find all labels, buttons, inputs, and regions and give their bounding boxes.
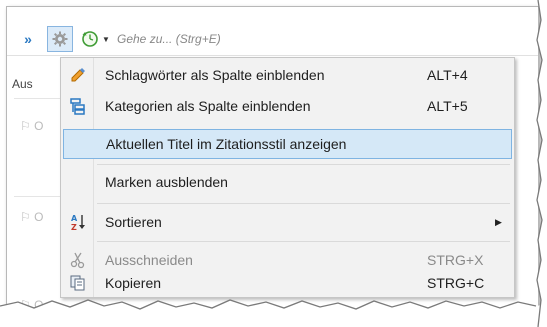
menu-item-label: Aktuellen Titel im Zitationsstil anzeige… [106,136,347,152]
tag-pencil-icon [63,60,93,90]
menu-item-shortcut: STRG+C [427,275,485,291]
history-dropdown-arrow-icon[interactable]: ▼ [101,28,111,50]
column-header-partial[interactable]: Aus [12,77,33,91]
chevron-double-right-icon[interactable]: » [15,26,41,52]
menu-separator [97,241,510,242]
gear-icon [52,31,68,47]
svg-text:Z: Z [71,223,77,231]
menu-item-hide-marks[interactable]: Marken ausblenden [63,167,512,197]
context-menu: Schlagwörter als Spalte einblenden ALT+4… [60,57,515,298]
menu-item-show-citation-style[interactable]: Aktuellen Titel im Zitationsstil anzeige… [63,129,512,159]
settings-gear-button[interactable] [47,26,73,52]
menu-item-label: Kopieren [105,275,162,291]
submenu-arrow-icon: ▶ [495,216,502,227]
menu-item-label: Ausschneiden [105,252,193,268]
copy-icon [63,268,93,298]
torn-paper-edge-right [536,0,547,327]
sort-az-icon: A Z [63,207,93,237]
menu-item-shortcut: ALT+5 [427,98,468,114]
menu-item-shortcut: STRG+X [427,252,484,268]
menu-item-copy[interactable]: Kopieren STRG+C [63,268,512,298]
menu-item-sort[interactable]: A Z Sortieren ▶ [63,207,512,237]
menu-item-label: Sortieren [105,214,162,230]
menu-item-label: Kategorien als Spalte einblenden [105,98,311,114]
torn-paper-edge-bottom [0,299,547,327]
toolbar: » ▼ Gehe zu... (Strg+E) [7,23,538,56]
history-clock-icon [82,31,98,47]
menu-item-show-categories-column[interactable]: Kategorien als Spalte einblenden ALT+5 [63,91,512,121]
menu-item-shortcut: ALT+4 [427,67,468,83]
svg-text:A: A [71,214,78,223]
goto-search-input[interactable]: Gehe zu... (Strg+E) [117,32,221,46]
menu-item-label: Schlagwörter als Spalte einblenden [105,67,325,83]
category-tree-icon [63,91,93,121]
menu-item-show-keywords-column[interactable]: Schlagwörter als Spalte einblenden ALT+4 [63,60,512,90]
row-flag-icon: ⚐ O [20,210,44,224]
history-button[interactable] [79,28,101,50]
menu-separator [97,203,510,204]
menu-item-label: Marken ausblenden [105,174,228,190]
menu-separator [97,164,510,165]
row-flag-icon: ⚐ O [20,119,44,133]
